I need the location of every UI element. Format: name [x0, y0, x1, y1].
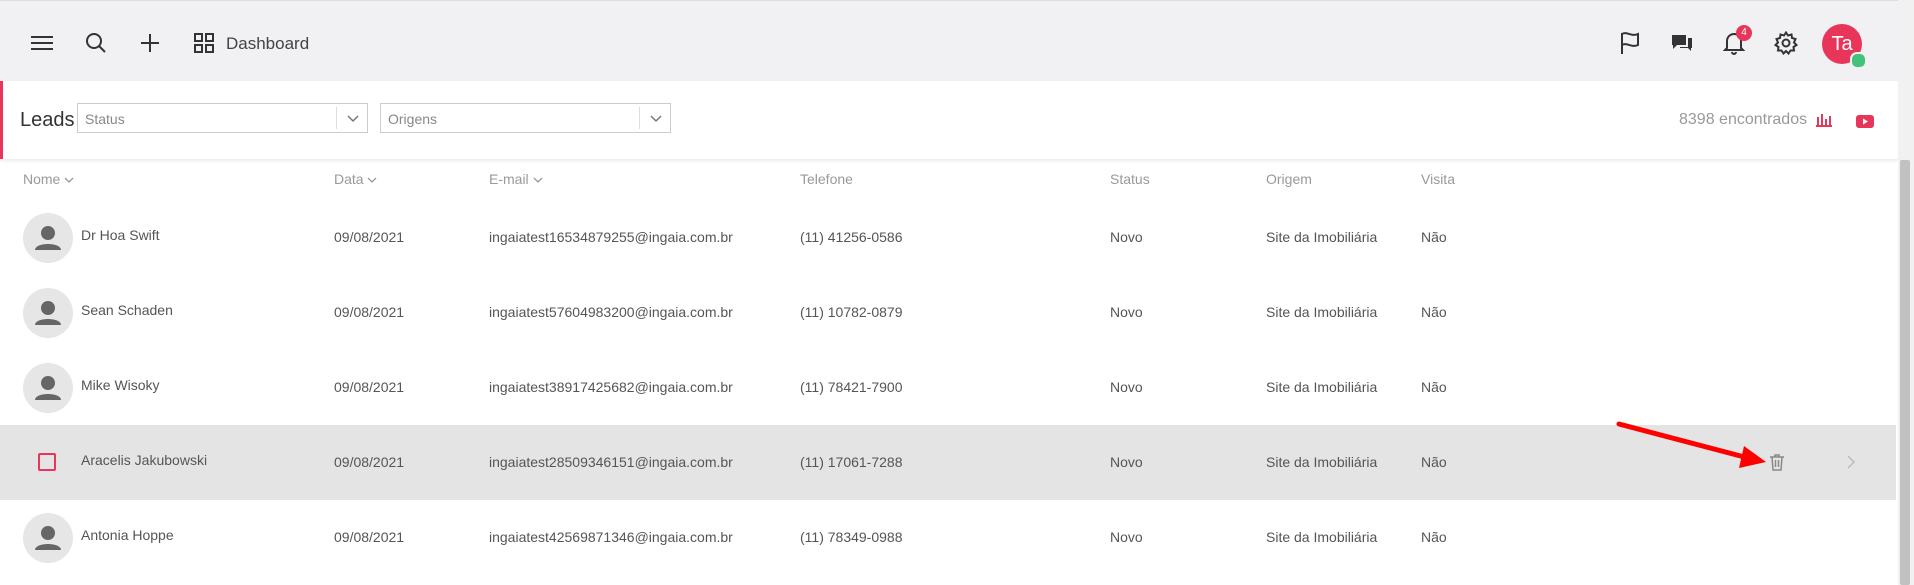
chevron-down-icon	[650, 111, 662, 127]
avatar	[23, 288, 73, 338]
lead-status: Novo	[1110, 304, 1143, 320]
page-title: Leads	[20, 109, 75, 131]
filter-bar: Leads Status Origens 8398 encontrados	[0, 81, 1898, 159]
trash-icon[interactable]	[1769, 453, 1787, 473]
header-data[interactable]: Data	[334, 171, 377, 187]
lead-date: 09/08/2021	[334, 229, 405, 245]
table-row[interactable]: Dr Hoa Swift 09/08/2021 ingaiatest165348…	[0, 200, 1896, 275]
notification-badge: 4	[1736, 25, 1752, 41]
status-select[interactable]: Status	[77, 103, 368, 133]
select-separator	[336, 107, 337, 129]
lead-visit: Não	[1421, 529, 1447, 545]
bar-chart-icon[interactable]	[1816, 113, 1832, 132]
origins-select-placeholder: Origens	[388, 111, 438, 127]
results-count: 8398 encontrados	[1679, 111, 1808, 128]
lead-name: Sean Schaden	[81, 302, 173, 318]
table-row[interactable]: Mike Wisoky 09/08/2021 ingaiatest3891742…	[0, 350, 1896, 425]
header-visita: Visita	[1421, 171, 1455, 187]
lead-visit: Não	[1421, 454, 1447, 470]
search-icon[interactable]	[82, 29, 110, 57]
online-status-dot	[1850, 52, 1867, 69]
header-status: Status	[1110, 171, 1150, 187]
lead-phone: (11) 78349-0988	[800, 529, 903, 545]
lead-status: Novo	[1110, 229, 1143, 245]
lead-origin: Site da Imobiliária	[1266, 454, 1378, 470]
table-row[interactable]: Sean Schaden 09/08/2021 ingaiatest576049…	[0, 275, 1896, 350]
chevron-down-icon	[347, 111, 359, 127]
chat-icon[interactable]	[1668, 29, 1696, 57]
lead-status: Novo	[1110, 379, 1143, 395]
lead-status: Novo	[1110, 529, 1143, 545]
lead-origin: Site da Imobiliária	[1266, 379, 1378, 395]
lead-origin: Site da Imobiliária	[1266, 229, 1378, 245]
lead-origin: Site da Imobiliária	[1266, 304, 1378, 320]
lead-email: ingaiatest16534879255@ingaia.com.br	[489, 229, 733, 245]
lead-email: ingaiatest38917425682@ingaia.com.br	[489, 379, 733, 395]
row-checkbox[interactable]	[38, 453, 56, 471]
lead-email: ingaiatest28509346151@ingaia.com.br	[489, 454, 733, 470]
bell-icon[interactable]: 4	[1720, 25, 1752, 57]
lead-status: Novo	[1110, 454, 1143, 470]
header-email[interactable]: E-mail	[489, 171, 543, 187]
table-row-hovered[interactable]: Aracelis Jakubowski 09/08/2021 ingaiates…	[0, 425, 1896, 500]
lead-date: 09/08/2021	[334, 379, 405, 395]
grid-icon[interactable]	[190, 29, 218, 57]
avatar	[23, 363, 73, 413]
plus-icon[interactable]	[136, 29, 164, 57]
lead-visit: Não	[1421, 379, 1447, 395]
youtube-icon[interactable]	[1856, 115, 1874, 133]
header-telefone: Telefone	[800, 171, 853, 187]
gear-icon[interactable]	[1772, 29, 1800, 57]
dashboard-link[interactable]: Dashboard	[226, 34, 309, 54]
lead-email: ingaiatest42569871346@ingaia.com.br	[489, 529, 733, 545]
lead-origin: Site da Imobiliária	[1266, 529, 1378, 545]
chevron-right-icon[interactable]	[1846, 455, 1856, 474]
header-nome[interactable]: Nome	[23, 171, 74, 187]
lead-email: ingaiatest57604983200@ingaia.com.br	[489, 304, 733, 320]
avatar	[23, 513, 73, 563]
lead-phone: (11) 10782-0879	[800, 304, 903, 320]
lead-date: 09/08/2021	[334, 454, 405, 470]
header-origem: Origem	[1266, 171, 1312, 187]
lead-name: Dr Hoa Swift	[81, 227, 160, 243]
lead-date: 09/08/2021	[334, 304, 405, 320]
origins-select[interactable]: Origens	[380, 103, 671, 133]
scrollbar-thumb[interactable]	[1900, 160, 1910, 585]
lead-phone: (11) 41256-0586	[800, 229, 903, 245]
lead-date: 09/08/2021	[334, 529, 405, 545]
status-select-placeholder: Status	[85, 111, 125, 127]
top-bar: Dashboard 4 Ta	[0, 0, 1898, 81]
lead-name: Mike Wisoky	[81, 377, 160, 393]
lead-name: Antonia Hoppe	[81, 527, 174, 543]
lead-visit: Não	[1421, 229, 1447, 245]
hamburger-icon[interactable]	[28, 29, 56, 57]
flag-icon[interactable]	[1616, 29, 1644, 57]
avatar	[23, 213, 73, 263]
lead-phone: (11) 17061-7288	[800, 454, 903, 470]
lead-visit: Não	[1421, 304, 1447, 320]
lead-name: Aracelis Jakubowski	[81, 452, 208, 468]
lead-phone: (11) 78421-7900	[800, 379, 903, 395]
select-separator	[639, 107, 640, 129]
table-row[interactable]: Antonia Hoppe 09/08/2021 ingaiatest42569…	[0, 500, 1896, 575]
